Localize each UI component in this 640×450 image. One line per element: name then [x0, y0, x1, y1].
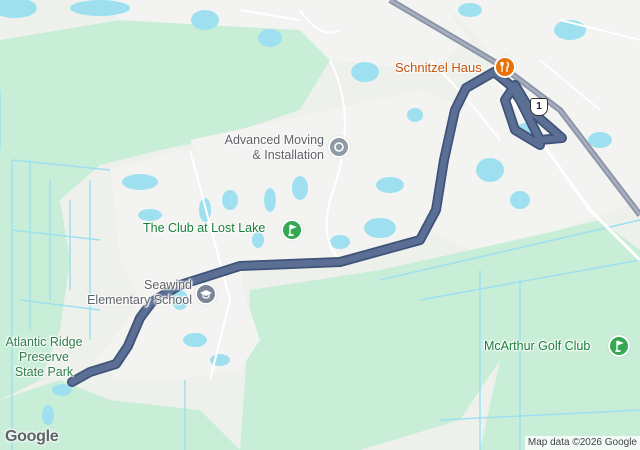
poi-pin-advanced-moving[interactable]: [328, 136, 350, 158]
map-canvas[interactable]: 1 Schnitzel Haus Advanced Moving & Insta…: [0, 0, 640, 450]
school-icon: [200, 290, 212, 299]
golf-icon: [615, 340, 624, 352]
school-pin[interactable]: [195, 283, 217, 305]
us-route-shield: 1: [530, 98, 548, 116]
place-label-seawind-school[interactable]: Seawind Elementary School: [76, 278, 192, 308]
golf-icon: [288, 224, 297, 236]
map-attribution[interactable]: Map data ©2026 Google: [524, 436, 640, 450]
place-label-mcarthur-golf[interactable]: McArthur Golf Club: [484, 339, 590, 354]
place-label-schnitzel-haus[interactable]: Schnitzel Haus: [395, 60, 482, 75]
place-label-club-lost-lake[interactable]: The Club at Lost Lake: [143, 221, 265, 236]
place-label-atlantic-ridge[interactable]: Atlantic Ridge Preserve State Park: [0, 335, 88, 380]
map-base-layer: [0, 0, 640, 450]
attribution-text: Map data ©2026 Google: [527, 437, 637, 448]
fork-knife-icon: [500, 61, 509, 72]
route-shield-number: 1: [536, 101, 542, 112]
generic-poi-icon: [334, 142, 344, 152]
google-logo[interactable]: Google: [5, 428, 59, 446]
google-logo-text: Google: [5, 428, 59, 445]
restaurant-pin[interactable]: [494, 56, 516, 78]
golf-pin-club-lost-lake[interactable]: [281, 219, 303, 241]
golf-pin-mcarthur[interactable]: [608, 335, 630, 357]
place-label-advanced-moving[interactable]: Advanced Moving & Installation: [212, 133, 324, 163]
